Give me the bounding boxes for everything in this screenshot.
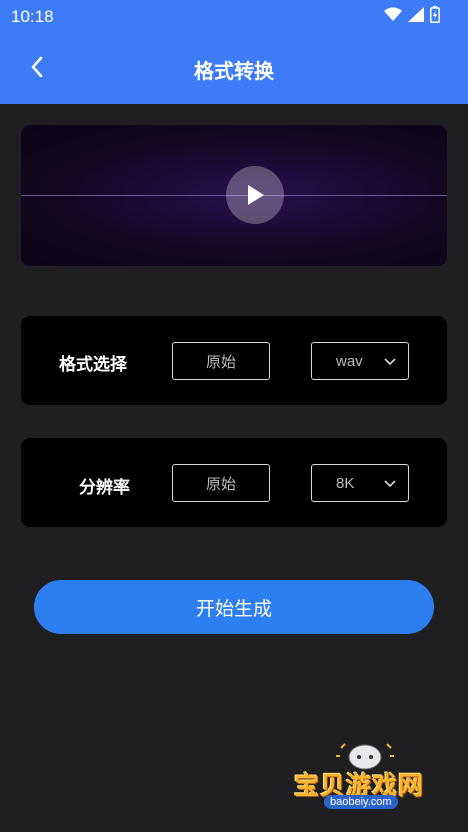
status-icons: [384, 6, 440, 23]
play-icon: [248, 185, 264, 205]
wifi-icon: [384, 7, 402, 22]
format-select-value: wav: [336, 352, 363, 370]
chevron-down-icon: [384, 358, 396, 366]
watermark-url: baobeiy.com: [324, 795, 398, 809]
chevron-down-icon: [384, 480, 396, 488]
resolution-select[interactable]: 8K: [311, 464, 409, 502]
status-time: 10:18: [11, 7, 54, 26]
app-header: 10:18 格式转换: [0, 0, 468, 104]
battery-icon: [430, 6, 440, 23]
format-original-button[interactable]: 原始: [172, 342, 270, 380]
format-select[interactable]: wav: [311, 342, 409, 380]
play-button[interactable]: [226, 166, 284, 224]
format-option-card: 格式选择 原始 wav: [21, 316, 447, 405]
status-bar: 10:18: [0, 0, 468, 32]
page-title: 格式转换: [194, 61, 274, 83]
resolution-option-card: 分辨率 原始 8K: [21, 438, 447, 527]
format-label: 格式选择: [59, 355, 127, 374]
resolution-original-button[interactable]: 原始: [172, 464, 270, 502]
signal-icon: [408, 7, 424, 22]
resolution-label: 分辨率: [79, 478, 130, 497]
audio-waveform-card: [21, 125, 447, 266]
resolution-select-value: 8K: [336, 474, 355, 492]
watermark-logo: 宝贝游戏网 baobeiy.com: [290, 736, 440, 828]
start-generate-button[interactable]: 开始生成: [34, 580, 434, 634]
